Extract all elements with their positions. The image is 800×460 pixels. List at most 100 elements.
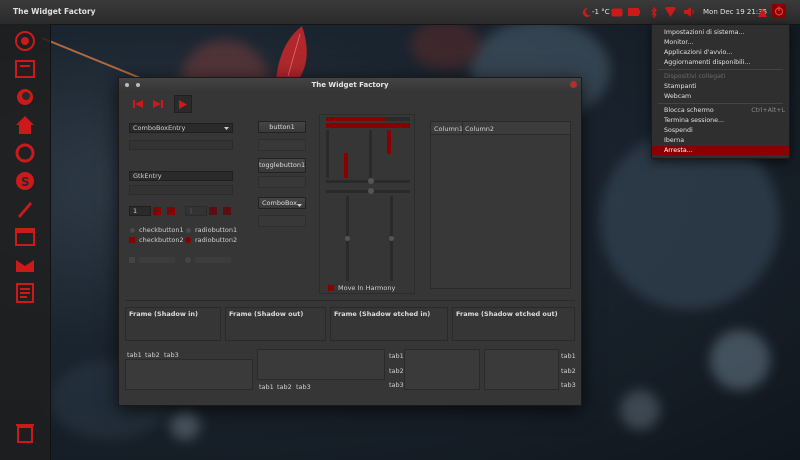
- checkbutton1-label[interactable]: checkbutton1: [139, 226, 184, 234]
- progress-bar-1: [326, 117, 410, 121]
- menu-item-system-settings[interactable]: Impostazioni di sistema...: [652, 28, 789, 37]
- spin-value-1: 1: [133, 207, 138, 215]
- notebook3-tab2[interactable]: tab2: [389, 367, 404, 375]
- column2-header[interactable]: Column2: [465, 125, 494, 133]
- user-icon[interactable]: [758, 6, 767, 18]
- chevron-down-icon: [297, 201, 302, 209]
- radio-selected[interactable]: [185, 237, 191, 243]
- notebook4-page: [484, 349, 559, 390]
- menu-item-logout[interactable]: Termina sessione...: [652, 116, 789, 125]
- vscale-2-handle[interactable]: [389, 236, 394, 241]
- notebook4-tab1[interactable]: tab1: [561, 352, 576, 360]
- combobox-entry[interactable]: ComboBoxEntry: [129, 123, 233, 133]
- menu-item-suspend[interactable]: Sospendi: [652, 126, 789, 135]
- skype-icon[interactable]: S: [14, 170, 36, 192]
- notebook2-page: [257, 349, 385, 380]
- move-in-harmony-checkbox[interactable]: [328, 285, 334, 291]
- gtk-entry-text: GtkEntry: [133, 172, 162, 180]
- progress-bar-2-fill: [326, 123, 410, 128]
- separator: [125, 300, 575, 301]
- trash-icon[interactable]: [14, 422, 36, 444]
- moon-icon[interactable]: [582, 6, 592, 18]
- notebook4-tab2[interactable]: tab2: [561, 367, 576, 375]
- frame-shadow-etched-in-label: Frame (Shadow etched in): [334, 310, 431, 318]
- skip-back-icon[interactable]: [131, 98, 145, 110]
- progress-bar-1-fill: [326, 117, 385, 121]
- disabled-check-label: [139, 257, 175, 263]
- frame-shadow-etched-in: Frame (Shadow etched in): [330, 307, 448, 341]
- power-icon[interactable]: [772, 4, 786, 18]
- togglebutton1[interactable]: togglebutton1: [258, 158, 306, 173]
- menu-item-lock-screen[interactable]: Blocca schermo Ctrl+Alt+L: [652, 106, 789, 115]
- menu-item-monitor[interactable]: Monitor...: [652, 38, 789, 47]
- mail-app-icon[interactable]: [14, 254, 36, 276]
- hscale-1-handle[interactable]: [368, 178, 374, 184]
- dash-icon[interactable]: [14, 30, 36, 52]
- active-app-title: The Widget Factory: [13, 7, 96, 16]
- notebook2-tab1[interactable]: tab1: [259, 383, 274, 391]
- battery-icon[interactable]: [628, 6, 640, 18]
- menu-separator: [658, 69, 783, 70]
- menu-item-webcam[interactable]: Webcam: [652, 92, 789, 101]
- vertical-progress-3: [369, 130, 372, 178]
- menu-item-updates[interactable]: Aggiornamenti disponibili...: [652, 58, 789, 67]
- notebook3-tab3[interactable]: tab3: [389, 381, 404, 389]
- lock-screen-label: Blocca schermo: [664, 107, 714, 114]
- radiobutton1-label[interactable]: radiobutton1: [195, 226, 237, 234]
- firefox-icon[interactable]: [14, 86, 36, 108]
- spin-button-1[interactable]: 1: [129, 206, 151, 216]
- menu-item-printers[interactable]: Stampanti: [652, 82, 789, 91]
- radiobutton2-label[interactable]: radiobutton2: [195, 236, 237, 244]
- skip-forward-icon[interactable]: [151, 98, 165, 110]
- workspace-icon[interactable]: [14, 58, 36, 80]
- combobox-entry-disabled: [129, 140, 233, 150]
- calendar-icon[interactable]: [14, 226, 36, 248]
- vscale-1-handle[interactable]: [345, 236, 350, 241]
- sliders-frame: [319, 114, 415, 294]
- disabled-radio-label: [195, 257, 231, 263]
- checkbutton2-label[interactable]: checkbutton2: [139, 236, 184, 244]
- window-control-icon[interactable]: [570, 81, 577, 88]
- opera-icon[interactable]: [14, 142, 36, 164]
- vertical-progress-1: [326, 130, 329, 178]
- checkbox-checked[interactable]: [129, 237, 135, 243]
- play-icon[interactable]: [174, 95, 192, 113]
- spin-value-2: 1: [189, 207, 194, 215]
- widget-factory-window: The Widget Factory ComboBoxEntry GtkEntr…: [118, 77, 582, 406]
- checkbox-disabled: [129, 257, 135, 263]
- move-in-harmony-label[interactable]: Move In Harmony: [338, 284, 395, 292]
- notebook1-tab2[interactable]: tab2: [145, 351, 160, 359]
- pen-icon[interactable]: [14, 198, 36, 220]
- radio-unselected[interactable]: [186, 228, 191, 233]
- notebook1-tab1[interactable]: tab1: [127, 351, 142, 359]
- window-titlebar[interactable]: The Widget Factory: [119, 78, 581, 92]
- chevron-down-icon[interactable]: [221, 124, 231, 132]
- menu-item-hibernate[interactable]: Iberna: [652, 136, 789, 145]
- notebook4-tab3[interactable]: tab3: [561, 381, 576, 389]
- plus-icon[interactable]: +: [167, 207, 175, 215]
- spin-button-2: 1: [185, 206, 207, 216]
- notebook2-tab2[interactable]: tab2: [277, 383, 292, 391]
- notebook3-tab1[interactable]: tab1: [389, 352, 404, 360]
- button1[interactable]: button1: [258, 121, 306, 133]
- checkbox-unchecked[interactable]: [130, 228, 135, 233]
- gtk-entry[interactable]: GtkEntry: [129, 171, 233, 181]
- tree-view[interactable]: Column1 Column2: [430, 121, 571, 289]
- column1-header[interactable]: Column1: [434, 125, 463, 133]
- notebook2-tab3[interactable]: tab3: [296, 383, 311, 391]
- network-icon[interactable]: [665, 6, 676, 18]
- temperature-label[interactable]: -1 °C: [592, 6, 610, 18]
- window-title: The Widget Factory: [311, 81, 389, 89]
- volume-icon[interactable]: [684, 6, 695, 18]
- hscale-2-handle[interactable]: [368, 188, 374, 194]
- home-folder-icon[interactable]: [14, 114, 36, 136]
- mail-icon[interactable]: [611, 6, 623, 18]
- document-icon[interactable]: [14, 282, 36, 304]
- plus-icon: [223, 207, 231, 215]
- notebook1-tab3[interactable]: tab3: [164, 351, 179, 359]
- menu-item-shutdown[interactable]: Arresta...: [652, 146, 789, 155]
- minus-icon[interactable]: –: [153, 207, 161, 215]
- bluetooth-icon[interactable]: [651, 6, 657, 18]
- menu-item-startup-apps[interactable]: Applicazioni d'avvio...: [652, 48, 789, 57]
- top-panel: The Widget Factory -1 °C Mon Dec 19 21:3…: [0, 0, 800, 25]
